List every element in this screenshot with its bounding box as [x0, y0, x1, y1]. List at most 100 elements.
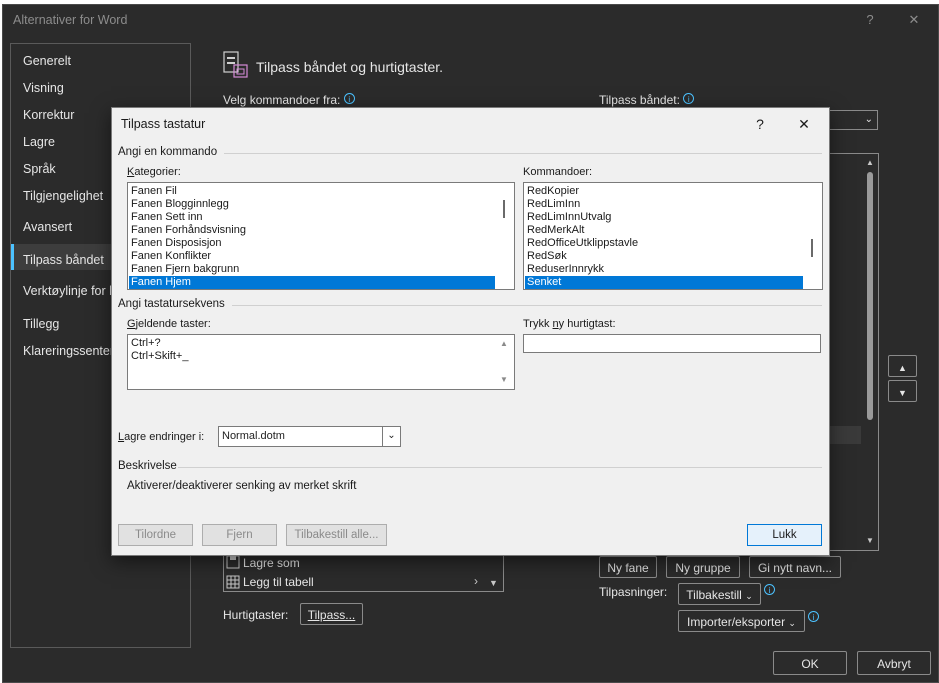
- category-item-selected[interactable]: Fanen Hjem: [129, 276, 495, 289]
- info-icon[interactable]: i: [764, 584, 775, 595]
- commands-label: Kommandoer:: [523, 166, 593, 178]
- info-icon[interactable]: i: [808, 611, 819, 622]
- nav-item-tillegg[interactable]: Tillegg: [23, 317, 59, 331]
- ok-button[interactable]: OK: [773, 651, 847, 675]
- command-item[interactable]: RedLimInnUtvalg: [527, 211, 611, 224]
- command-item[interactable]: ReduserInnrykk: [527, 263, 604, 276]
- command-item[interactable]: RedKopier: [527, 185, 579, 198]
- scroll-up-icon[interactable]: ▲: [500, 339, 508, 348]
- scroll-down-icon[interactable]: ▼: [866, 536, 874, 545]
- scrollbar-thumb[interactable]: [503, 200, 505, 218]
- specify-command-heading: Angi en kommando: [118, 146, 218, 158]
- selection-indicator: [11, 244, 14, 270]
- choose-commands-text: Velg kommandoer fra:: [223, 93, 341, 107]
- key-sequence-heading: Angi tastatursekvens: [118, 298, 225, 310]
- scroll-down-icon[interactable]: ▼: [489, 578, 498, 588]
- close-icon[interactable]: ✕: [899, 9, 929, 31]
- window-title: Alternativer for Word: [13, 13, 128, 27]
- save-as-icon: [226, 555, 240, 569]
- section-divider: [178, 467, 822, 468]
- new-shortcut-input[interactable]: [523, 334, 821, 353]
- customize-ribbon-text: Tilpass båndet:: [599, 93, 680, 107]
- save-changes-select[interactable]: Normal.dotm ⌄: [218, 426, 401, 447]
- move-up-button[interactable]: ▲: [888, 355, 917, 377]
- nav-item-sprak[interactable]: Språk: [23, 162, 56, 176]
- list-item-add-table[interactable]: Legg til tabell: [243, 575, 314, 589]
- nav-item-klareringssenter[interactable]: Klareringssenter: [23, 344, 114, 358]
- chevron-down-icon: ⌄: [788, 618, 796, 628]
- move-down-button[interactable]: ▼: [888, 380, 917, 402]
- nav-item-tilgjengelighet[interactable]: Tilgjengelighet: [23, 189, 103, 203]
- scroll-down-icon[interactable]: ▼: [500, 375, 508, 384]
- table-icon: [226, 575, 240, 589]
- scroll-up-icon[interactable]: ▲: [866, 158, 874, 167]
- key-item[interactable]: Ctrl+Skift+_: [131, 350, 188, 363]
- dialog-title: Tilpass tastatur: [121, 117, 206, 131]
- chevron-down-icon: ⌄: [864, 114, 873, 125]
- customize-button-label: Tilpass...: [307, 608, 356, 622]
- section-divider: [232, 305, 822, 306]
- command-item[interactable]: RedOfficeUtklippstavle: [527, 237, 638, 250]
- category-item[interactable]: Fanen Forhåndsvisning: [131, 224, 246, 237]
- category-item[interactable]: Fanen Sett inn: [131, 211, 203, 224]
- new-shortcut-label: Trykk ny hurtigtast:: [523, 318, 616, 330]
- shortcuts-label: Hurtigtaster:: [223, 608, 289, 622]
- close-button[interactable]: Lukk: [747, 524, 822, 546]
- new-tab-button[interactable]: Ny fane: [599, 556, 657, 578]
- command-item[interactable]: RedLimInn: [527, 198, 580, 211]
- ribbon-tree-list[interactable]: ▲ ▼: [823, 153, 879, 551]
- info-icon[interactable]: i: [683, 93, 695, 104]
- remove-button[interactable]: Fjern: [202, 524, 277, 546]
- nav-item-lagre[interactable]: Lagre: [23, 135, 55, 149]
- cancel-button[interactable]: Avbryt: [857, 651, 931, 675]
- category-item[interactable]: Fanen Blogginnlegg: [131, 198, 229, 211]
- category-item[interactable]: Fanen Konflikter: [131, 250, 211, 263]
- command-item[interactable]: RedSøk: [527, 250, 567, 263]
- chevron-right-icon: ›: [474, 574, 478, 588]
- info-icon[interactable]: i: [343, 93, 355, 104]
- key-item[interactable]: Ctrl+?: [131, 337, 161, 350]
- nav-item-visning[interactable]: Visning: [23, 81, 64, 95]
- list-item-save-as[interactable]: Lagre som: [243, 556, 300, 570]
- rename-button[interactable]: Gi nytt navn...: [749, 556, 841, 578]
- section-divider: [224, 153, 822, 154]
- category-item[interactable]: Fanen Fil: [131, 185, 177, 198]
- close-icon[interactable]: ✕: [789, 113, 819, 135]
- import-export-label: Importer/eksporter: [687, 615, 786, 629]
- categories-label: Kategorier:: [127, 166, 181, 178]
- commands-list[interactable]: Lagre som Legg til tabell › ▼: [223, 550, 504, 592]
- scrollbar-thumb[interactable]: [811, 239, 813, 257]
- reset-all-button[interactable]: Tilbakestill alle...: [286, 524, 387, 546]
- customize-shortcuts-button[interactable]: Tilpass...: [300, 603, 363, 625]
- page-heading: Tilpass båndet og hurtigtaster.: [256, 59, 444, 75]
- scrollbar-thumb[interactable]: [867, 172, 873, 420]
- category-item[interactable]: Fanen Disposisjon: [131, 237, 222, 250]
- commands-listbox[interactable]: RedKopier RedLimInn RedLimInnUtvalg RedM…: [523, 182, 823, 290]
- help-icon[interactable]: ?: [855, 9, 885, 31]
- new-group-button[interactable]: Ny gruppe: [666, 556, 740, 578]
- categories-listbox[interactable]: Fanen Fil Fanen Blogginnlegg Fanen Sett …: [127, 182, 515, 290]
- command-item[interactable]: RedMerkAlt: [527, 224, 584, 237]
- triangle-up-icon: ▲: [898, 363, 907, 373]
- current-keys-label: Gjeldende taster:: [127, 318, 211, 330]
- save-changes-value: Normal.dotm: [222, 430, 285, 442]
- import-export-button[interactable]: Importer/eksporter ⌄: [678, 610, 805, 632]
- nav-item-korrektur[interactable]: Korrektur: [23, 108, 74, 122]
- nav-item-avansert[interactable]: Avansert: [23, 220, 72, 234]
- assign-button[interactable]: Tilordne: [118, 524, 193, 546]
- current-keys-listbox[interactable]: Ctrl+? Ctrl+Skift+_ ▲ ▼: [127, 334, 515, 390]
- category-item[interactable]: Fanen Fjern bakgrunn: [131, 263, 239, 276]
- reset-button[interactable]: Tilbakestill ⌄: [678, 583, 761, 605]
- help-icon[interactable]: ?: [745, 113, 775, 135]
- reset-button-label: Tilbakestill: [686, 588, 742, 602]
- choose-commands-label: Velg kommandoer fra: i: [223, 93, 355, 107]
- description-heading: Beskrivelse: [118, 460, 177, 472]
- customize-ribbon-icon: [222, 50, 250, 80]
- command-item-selected[interactable]: Senket: [525, 276, 803, 289]
- ribbon-dropdown[interactable]: ⌄: [823, 110, 878, 130]
- chevron-down-icon[interactable]: ⌄: [382, 427, 400, 446]
- nav-item-generelt[interactable]: Generelt: [23, 54, 71, 68]
- customizations-label: Tilpasninger:: [599, 585, 668, 599]
- chevron-down-icon: ⌄: [745, 591, 753, 601]
- nav-item-tilpass-bandet[interactable]: Tilpass båndet: [23, 253, 104, 267]
